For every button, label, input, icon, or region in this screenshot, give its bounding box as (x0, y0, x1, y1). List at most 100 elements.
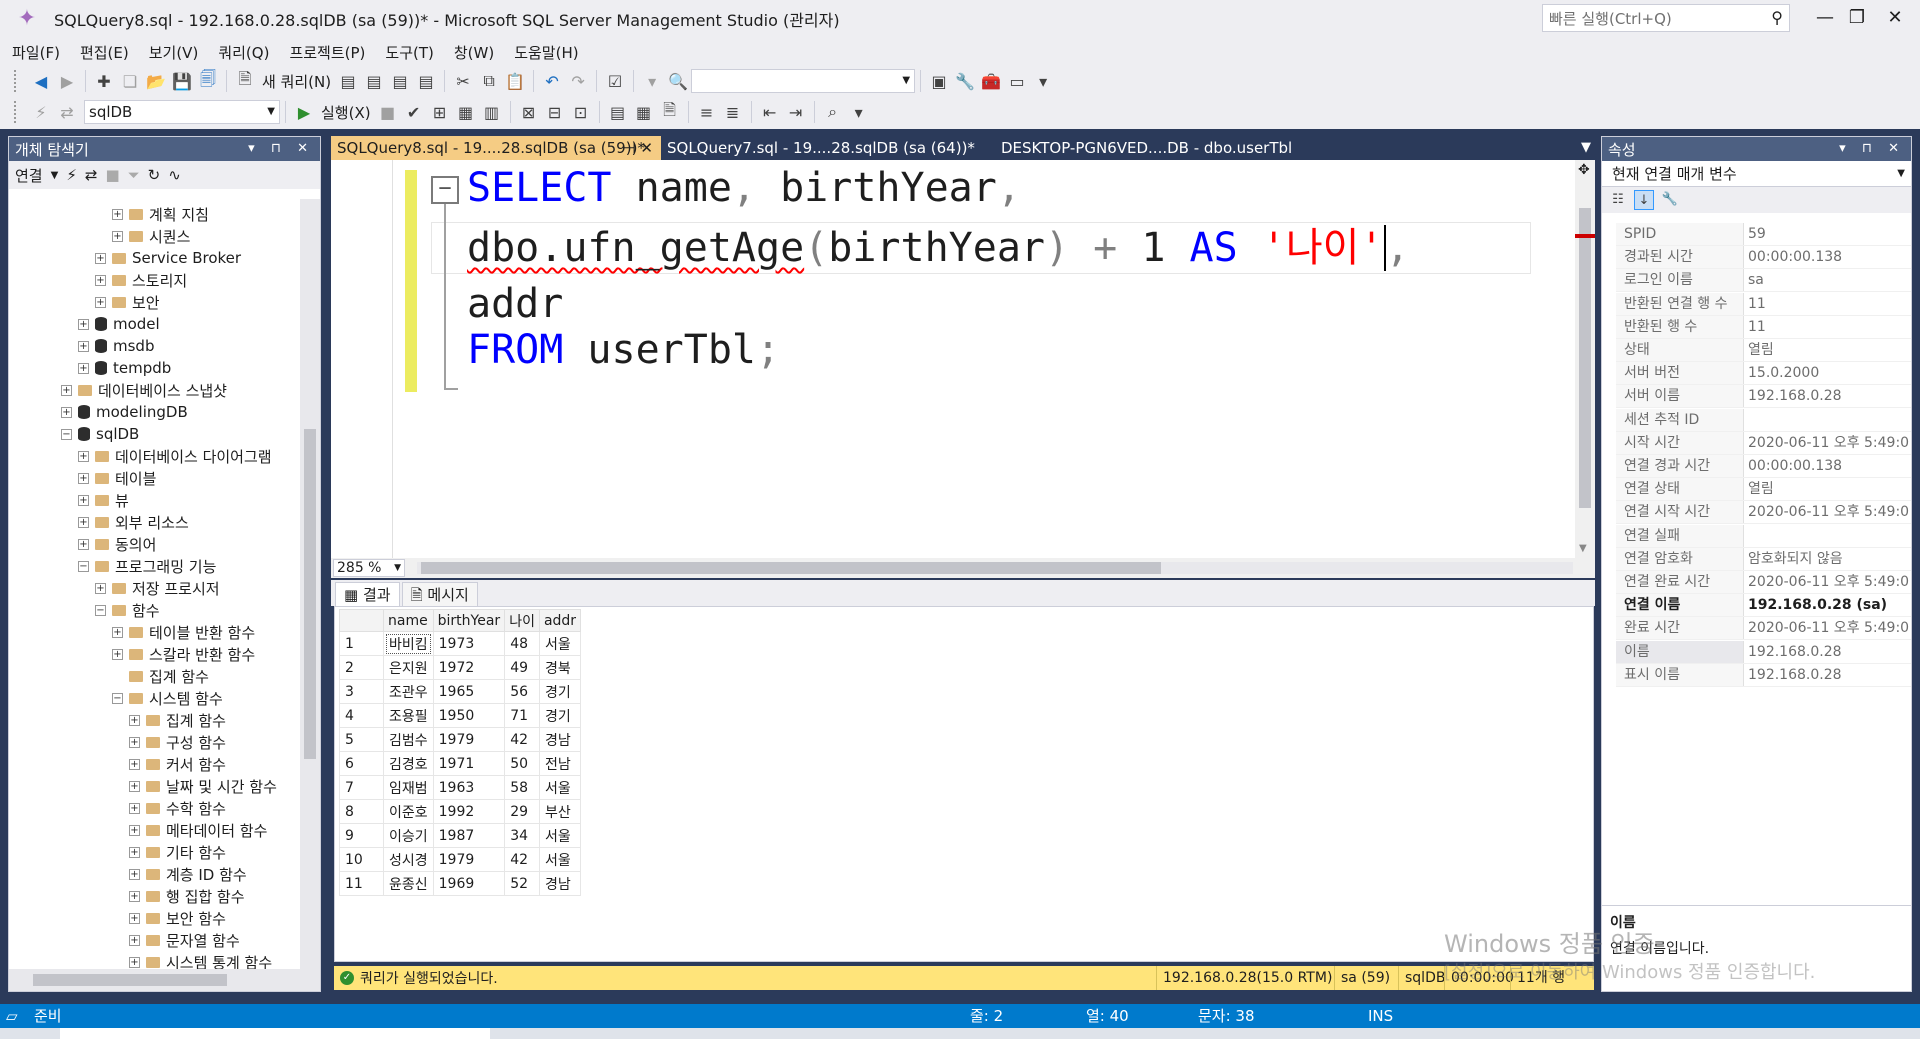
table-row[interactable]: 9 이승기 1987 34 서울 (339, 823, 582, 848)
results-to-file-icon[interactable]: 🗎 (657, 99, 683, 125)
expand-icon[interactable]: + (129, 846, 140, 858)
table-cell[interactable]: 경기 (538, 703, 582, 728)
property-row[interactable]: 연결 실패 (1616, 524, 1911, 548)
collapse-icon[interactable]: − (95, 604, 106, 616)
tree-item[interactable]: + 날짜 및 시간 함수 (129, 775, 277, 797)
expand-icon[interactable]: + (112, 648, 123, 660)
activity-icon[interactable]: ∿ (168, 166, 181, 184)
menu-item-3[interactable]: 쿼리(Q) (212, 42, 283, 63)
property-row[interactable]: 연결 암호화 암호화되지 않음 (1616, 547, 1911, 571)
new-project-icon[interactable]: ✚ (91, 68, 117, 94)
table-cell[interactable]: 42 (504, 727, 540, 752)
table-cell[interactable]: 이승기 (383, 823, 434, 848)
expand-icon[interactable]: + (61, 384, 72, 396)
connect-icon[interactable]: ⚡ (66, 166, 77, 184)
database-select[interactable]: sqlDB ▼ (84, 100, 280, 124)
row-number[interactable]: 8 (339, 799, 384, 824)
connect-icon[interactable]: ⚡ (28, 99, 54, 125)
table-cell[interactable]: 52 (504, 871, 540, 896)
tree-item[interactable]: + 시퀀스 (112, 225, 190, 247)
table-cell[interactable]: 1950 (432, 703, 506, 728)
table-cell[interactable]: 경북 (538, 655, 582, 680)
table-row[interactable]: 5 김범수 1979 42 경남 (339, 727, 582, 752)
panel-header-buttons[interactable]: ▾ ⊓ ✕ (1839, 137, 1905, 161)
change-connection-icon[interactable]: ⇄ (54, 99, 80, 125)
results-grid[interactable]: name birthYear 나이 addr 1 바비킴 1973 48 서울 2 은지원 1972… (334, 606, 1594, 962)
row-number[interactable]: 1 (339, 631, 384, 656)
expand-icon[interactable]: + (129, 758, 140, 770)
table-cell[interactable]: 바비킴 (383, 631, 434, 656)
save-all-icon[interactable]: 🗐 (195, 68, 221, 94)
table-cell[interactable]: 1963 (432, 775, 506, 800)
tree-item[interactable]: + 계층 ID 함수 (129, 863, 247, 885)
forward-icon[interactable]: ▶ (54, 68, 80, 94)
tools-icon[interactable]: 🔧 (952, 68, 978, 94)
tree-item[interactable]: + 뷰 (78, 489, 129, 511)
scroll-thumb[interactable] (33, 974, 227, 986)
column-header[interactable]: addr (538, 609, 582, 632)
new-query-icon[interactable]: 🗎 (232, 68, 258, 94)
tree-item[interactable]: − 시스템 함수 (112, 687, 223, 709)
table-cell[interactable]: 전남 (538, 751, 582, 776)
results-to-text-icon[interactable]: ▤ (605, 99, 631, 125)
scroll-thumb[interactable] (1579, 208, 1591, 508)
expand-icon[interactable]: + (129, 736, 140, 748)
table-cell[interactable]: 서울 (538, 847, 582, 872)
collapse-icon[interactable]: − (78, 560, 89, 572)
execute-icon[interactable]: ▶ (291, 99, 317, 125)
toolbar-grip[interactable] (14, 70, 22, 92)
row-number[interactable]: 3 (339, 679, 384, 704)
expand-icon[interactable]: + (129, 890, 140, 902)
split-icon[interactable]: ✥ (1578, 162, 1590, 178)
code-area[interactable]: SELECT name, birthYear, dbo.ufn_getAge(b… (431, 160, 1491, 560)
table-cell[interactable]: 1969 (432, 871, 506, 896)
table-cell[interactable]: 56 (504, 679, 540, 704)
table-row[interactable]: 7 임재범 1963 58 서울 (339, 775, 582, 800)
tree-item[interactable]: − sqlDB (61, 423, 139, 445)
execute-button[interactable]: 실행(X) (317, 102, 375, 123)
copy-icon[interactable]: ⧉ (476, 68, 502, 94)
expand-icon[interactable]: + (129, 934, 140, 946)
xmla-query-icon[interactable]: ▤ (387, 68, 413, 94)
table-row[interactable]: 10 성시경 1979 42 서울 (339, 847, 582, 872)
table-cell[interactable]: 48 (504, 631, 540, 656)
toolbar-options-icon[interactable]: ▾ (1030, 68, 1056, 94)
comment-icon[interactable]: ≡ (694, 99, 720, 125)
row-number[interactable]: 2 (339, 655, 384, 680)
intellisense-icon[interactable]: ⊠ (516, 99, 542, 125)
table-cell[interactable]: 34 (504, 823, 540, 848)
save-icon[interactable]: 💾 (169, 68, 195, 94)
tree-item[interactable]: + 집계 함수 (129, 709, 226, 731)
table-cell[interactable]: 조관우 (383, 679, 434, 704)
dax-query-icon[interactable]: ▤ (413, 68, 439, 94)
property-row[interactable]: 반환된 행 수 11 (1616, 315, 1911, 339)
tree-item[interactable]: + 스토리지 (95, 269, 187, 291)
tab-messages[interactable]: 🗎 메시지 (401, 582, 478, 606)
expand-icon[interactable]: + (95, 582, 106, 594)
tree-item[interactable]: + 동의어 (78, 533, 156, 555)
expand-icon[interactable]: + (61, 406, 72, 418)
table-row[interactable]: 6 김경호 1971 50 전남 (339, 751, 582, 776)
mdx-query-icon[interactable]: ▤ (335, 68, 361, 94)
collapse-icon[interactable]: − (61, 428, 72, 440)
row-number[interactable]: 10 (339, 847, 384, 872)
table-cell[interactable]: 이준호 (383, 799, 434, 824)
tree-item[interactable]: + 문자열 함수 (129, 929, 240, 951)
parse-icon[interactable]: ✔ (401, 99, 427, 125)
property-row[interactable]: 서버 이름 192.168.0.28 (1616, 385, 1911, 409)
column-header[interactable]: 나이 (504, 609, 540, 632)
tree-item[interactable]: + 데이터베이스 다이어그램 (78, 445, 272, 467)
toolbar-options-icon[interactable]: ▾ (846, 99, 872, 125)
table-row[interactable]: 1 바비킴 1973 48 서울 (339, 631, 582, 656)
object-explorer-hscrollbar[interactable] (9, 969, 320, 991)
expand-icon[interactable]: + (129, 824, 140, 836)
property-row[interactable]: 시작 시간 2020-06-11 오후 5:49:0 (1616, 431, 1911, 455)
tree-item[interactable]: + 커서 함수 (129, 753, 226, 775)
tree-item[interactable]: + tempdb (78, 357, 171, 379)
expand-icon[interactable]: + (129, 780, 140, 792)
tree-item[interactable]: + 저장 프로시저 (95, 577, 220, 599)
tree-item[interactable]: − 프로그래밍 기능 (78, 555, 216, 577)
expand-icon[interactable]: + (95, 252, 106, 264)
expand-icon[interactable]: + (78, 450, 89, 462)
tree-item[interactable]: + 외부 리소스 (78, 511, 189, 533)
